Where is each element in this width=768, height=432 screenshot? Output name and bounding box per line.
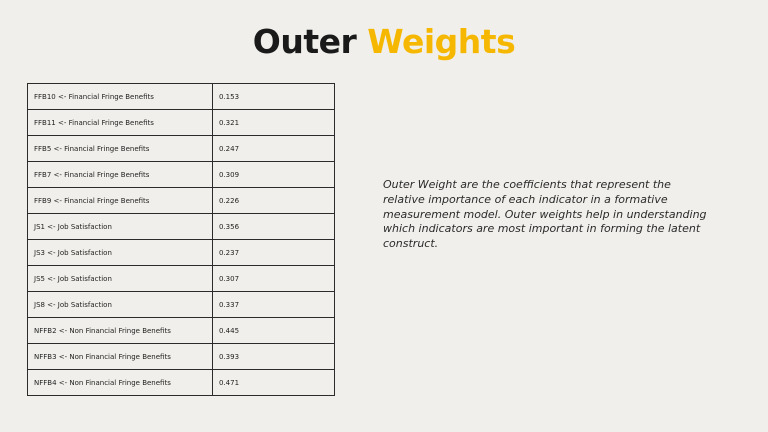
indicator-cell: JS1 <- Job Satisfaction	[27, 213, 213, 240]
table-row: NFFB3 <- Non Financial Fringe Benefits 0.…	[27, 343, 335, 370]
indicator-cell: FFB10 <- Financial Fringe Benefits	[27, 83, 213, 110]
weight-cell: 0.445	[212, 317, 335, 344]
weight-cell: 0.153	[212, 83, 335, 110]
indicator-cell: NFFB2 <- Non Financial Fringe Benefits	[27, 317, 213, 344]
title-word-outer: Outer	[252, 22, 357, 61]
outer-weights-table: FFB10 <- Financial Fringe Benefits 0.153 F…	[27, 83, 335, 396]
description-text: Outer Weight are the coefficients that r…	[383, 178, 707, 251]
indicator-cell: JS8 <- Job Satisfaction	[27, 291, 213, 318]
weight-cell: 0.309	[212, 161, 335, 188]
indicator-cell: FFB7 <- Financial Fringe Benefits	[27, 161, 213, 188]
indicator-cell: NFFB3 <- Non Financial Fringe Benefits	[27, 343, 213, 370]
table-row: JS1 <- Job Satisfaction 0.356	[27, 213, 335, 240]
weight-cell: 0.356	[212, 213, 335, 240]
weight-cell: 0.226	[212, 187, 335, 214]
table-row: FFB5 <- Financial Fringe Benefits 0.247	[27, 135, 335, 162]
page-title: Outer Weights	[0, 20, 768, 64]
weight-cell: 0.393	[212, 343, 335, 370]
table-row: FFB11 <- Financial Fringe Benefits 0.321	[27, 109, 335, 136]
weight-cell: 0.237	[212, 239, 335, 266]
weight-cell: 0.337	[212, 291, 335, 318]
indicator-cell: JS5 <- Job Satisfaction	[27, 265, 213, 292]
indicator-cell: JS3 <- Job Satisfaction	[27, 239, 213, 266]
weight-cell: 0.321	[212, 109, 335, 136]
table-row: JS8 <- Job Satisfaction 0.337	[27, 291, 335, 318]
indicator-cell: FFB9 <- Financial Fringe Benefits	[27, 187, 213, 214]
table-row: JS3 <- Job Satisfaction 0.237	[27, 239, 335, 266]
title-word-weights: Weights	[367, 22, 516, 61]
table-row: FFB7 <- Financial Fringe Benefits 0.309	[27, 161, 335, 188]
weight-cell: 0.307	[212, 265, 335, 292]
outer-weights-table-body: FFB10 <- Financial Fringe Benefits 0.153 F…	[27, 83, 335, 396]
table-row: FFB9 <- Financial Fringe Benefits 0.226	[27, 187, 335, 214]
table-row: FFB10 <- Financial Fringe Benefits 0.153	[27, 83, 335, 110]
indicator-cell: NFFB4 <- Non Financial Fringe Benefits	[27, 369, 213, 396]
weight-cell: 0.471	[212, 369, 335, 396]
table-row: NFFB2 <- Non Financial Fringe Benefits 0.…	[27, 317, 335, 344]
indicator-cell: FFB5 <- Financial Fringe Benefits	[27, 135, 213, 162]
table-row: JS5 <- Job Satisfaction 0.307	[27, 265, 335, 292]
table-row: NFFB4 <- Non Financial Fringe Benefits 0.…	[27, 369, 335, 396]
weight-cell: 0.247	[212, 135, 335, 162]
indicator-cell: FFB11 <- Financial Fringe Benefits	[27, 109, 213, 136]
